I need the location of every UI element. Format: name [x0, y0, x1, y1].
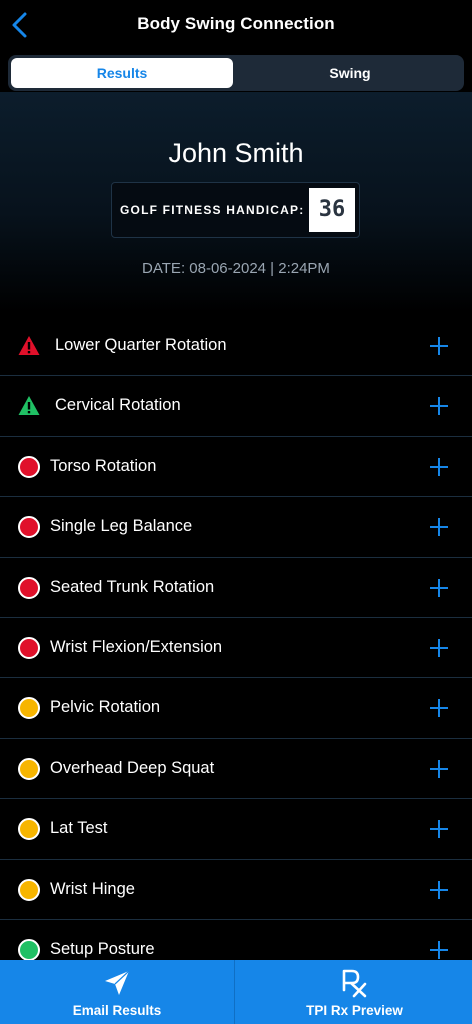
status-dot-icon — [18, 697, 40, 720]
page-title: Body Swing Connection — [137, 14, 335, 33]
results-list: Lower Quarter Rotation Cervical Rotation… — [0, 316, 472, 981]
profile-summary: John Smith GOLF FITNESS HANDICAP: 36 DAT… — [0, 92, 472, 312]
email-results-label: Email Results — [72, 1003, 162, 1018]
plus-icon[interactable] — [428, 516, 450, 538]
paper-plane-icon — [105, 970, 130, 995]
list-item[interactable]: Cervical Rotation — [0, 376, 472, 437]
list-item-label: Torso Rotation — [50, 456, 157, 475]
list-item-label: Single Leg Balance — [50, 517, 193, 536]
list-item[interactable]: Pelvic Rotation — [0, 678, 472, 739]
list-item[interactable]: Overhead Deep Squat — [0, 739, 472, 800]
status-dot-icon — [18, 757, 40, 780]
list-item-label: Wrist Hinge — [50, 879, 135, 898]
list-item-label: Seated Trunk Rotation — [50, 577, 215, 596]
status-dot-icon — [18, 516, 40, 539]
plus-icon[interactable] — [428, 577, 450, 599]
list-item-label: Lat Test — [50, 819, 108, 838]
list-item-label: Wrist Flexion/Extension — [50, 637, 223, 656]
segmented-control: Results Swing — [8, 55, 464, 91]
list-item[interactable]: Single Leg Balance — [0, 497, 472, 558]
list-item[interactable]: Wrist Flexion/Extension — [0, 618, 472, 679]
list-item-label: Pelvic Rotation — [50, 698, 161, 717]
status-dot-icon — [18, 576, 40, 599]
status-dot-icon — [18, 938, 40, 961]
plus-icon[interactable] — [428, 818, 450, 840]
list-item-label: Setup Posture — [50, 939, 155, 958]
nav-bar: Body Swing Connection — [0, 0, 472, 50]
status-dot-icon — [18, 455, 40, 478]
status-dot-icon — [18, 818, 40, 841]
warning-triangle-icon — [18, 396, 40, 416]
handicap-badge: GOLF FITNESS HANDICAP: 36 — [111, 182, 360, 238]
handicap-label: GOLF FITNESS HANDICAP: — [120, 203, 305, 217]
tab-results[interactable]: Results — [11, 58, 233, 88]
list-item[interactable]: Seated Trunk Rotation — [0, 558, 472, 618]
rx-preview-label: TPI Rx Preview — [306, 1003, 403, 1018]
plus-icon[interactable] — [428, 335, 450, 357]
list-item[interactable]: Wrist Hinge — [0, 860, 472, 920]
player-name: John Smith — [168, 138, 304, 168]
plus-icon[interactable] — [428, 637, 450, 659]
handicap-value: 36 — [309, 188, 355, 232]
plus-icon[interactable] — [428, 879, 450, 901]
plus-icon[interactable] — [428, 395, 450, 417]
plus-icon[interactable] — [428, 456, 450, 478]
list-item[interactable]: Lower Quarter Rotation — [0, 316, 472, 377]
plus-icon[interactable] — [428, 939, 450, 961]
list-item[interactable]: Lat Test — [0, 799, 472, 860]
rx-icon — [342, 969, 366, 998]
list-item-label: Overhead Deep Squat — [50, 758, 215, 777]
warning-triangle-icon — [18, 336, 40, 355]
plus-icon[interactable] — [428, 758, 450, 780]
bottom-action-bar: Email Results TPI Rx Preview — [0, 960, 472, 1024]
status-dot-icon — [18, 636, 40, 659]
tab-swing[interactable]: Swing — [239, 58, 461, 88]
assessment-date: DATE: 08-06-2024 | 2:24PM — [142, 260, 330, 277]
list-item-label: Cervical Rotation — [55, 396, 181, 415]
status-dot-icon — [18, 878, 40, 901]
list-item-label: Lower Quarter Rotation — [55, 336, 227, 354]
email-results-button[interactable]: Email Results — [0, 960, 235, 1024]
plus-icon[interactable] — [428, 697, 450, 719]
rx-preview-button[interactable]: TPI Rx Preview — [237, 960, 472, 1024]
list-item[interactable]: Torso Rotation — [0, 437, 472, 498]
